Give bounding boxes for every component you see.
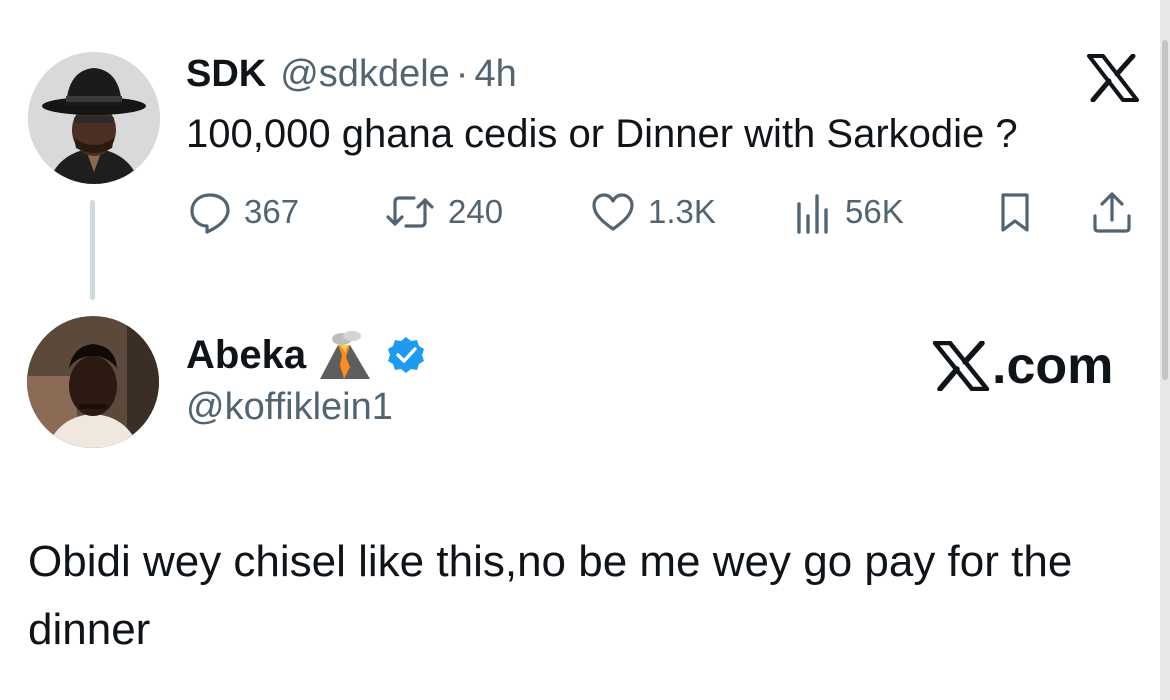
- retweet-count: 240: [448, 193, 504, 230]
- bookmark-icon: [1001, 193, 1029, 232]
- like-count: 1.3K: [648, 193, 716, 230]
- reply-icon: [190, 193, 230, 234]
- scrollbar[interactable]: [1160, 0, 1170, 700]
- views-button[interactable]: 56K: [793, 188, 904, 236]
- x-logo-icon: [1086, 53, 1140, 103]
- share-button[interactable]: [1090, 188, 1134, 236]
- reply-button[interactable]: 367: [188, 188, 299, 236]
- tweet2-author-name[interactable]: Abeka: [186, 333, 306, 378]
- tweet1-timestamp[interactable]: 4h: [474, 53, 516, 96]
- like-button[interactable]: 1.3K: [590, 188, 716, 236]
- tweet1-author-handle[interactable]: @sdkdele: [280, 53, 450, 96]
- verified-badge-icon[interactable]: [386, 335, 426, 375]
- views-count: 56K: [845, 193, 904, 230]
- avatar-sdkdele[interactable]: [28, 52, 160, 184]
- tweet1-author-name[interactable]: SDK: [186, 53, 266, 96]
- views-icon: [797, 194, 828, 234]
- x-dot-com-text: .com: [992, 337, 1114, 395]
- x-dot-com-label: .com: [932, 337, 1114, 395]
- tweet2-author-handle[interactable]: @koffiklein1: [186, 386, 393, 429]
- volcano-emoji-icon: [320, 331, 371, 379]
- share-icon: [1093, 192, 1131, 233]
- like-icon: [592, 193, 634, 231]
- reply-count: 367: [244, 193, 300, 230]
- tweet1-header: SDK @sdkdele · 4h: [186, 52, 517, 96]
- tweet2-text: Obidi wey chisel like this,no be me wey …: [28, 537, 1073, 654]
- tweet1-separator: ·: [455, 52, 469, 95]
- tweet2-name-row: Abeka: [186, 330, 426, 380]
- retweet-icon: [386, 196, 434, 228]
- x-logo-icon: [932, 341, 990, 391]
- avatar-koffiklein1[interactable]: [27, 316, 159, 448]
- tweet1-text: 100,000 ghana cedis or Dinner with Sarko…: [186, 112, 1018, 156]
- bookmark-button[interactable]: [998, 188, 1032, 236]
- retweet-button[interactable]: 240: [384, 188, 503, 236]
- tweet1-action-bar: 367 240 1.3K 56K: [0, 188, 1170, 236]
